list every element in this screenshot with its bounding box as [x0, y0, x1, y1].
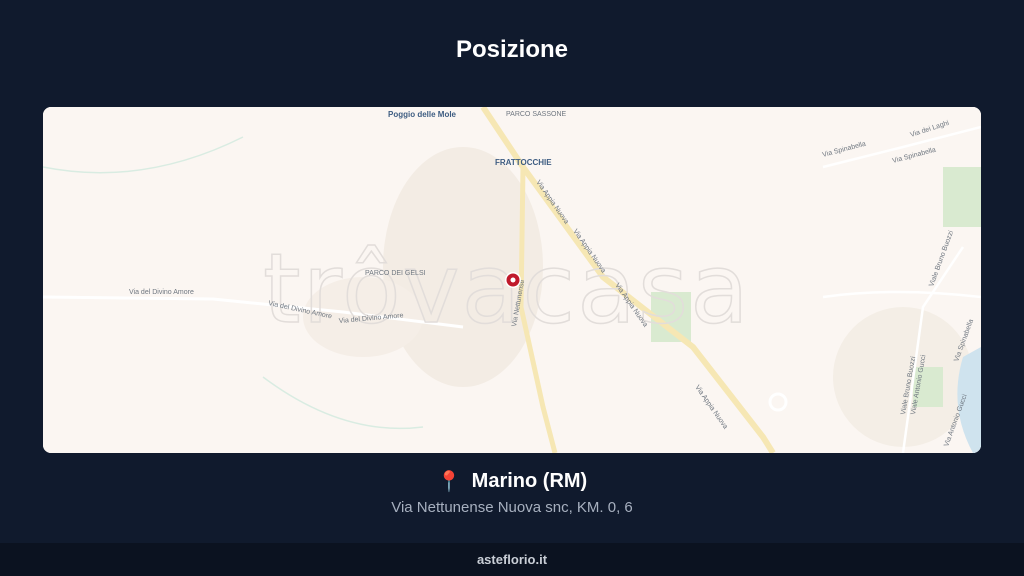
footer: asteflorio.it — [0, 543, 1024, 576]
location-address: Via Nettunense Nuova snc, KM. 0, 6 — [391, 499, 633, 516]
pin-icon: 📍 — [436, 470, 462, 493]
map-label-frattocchie: FRATTOCCHIE — [495, 158, 552, 167]
location-city: Marino (RM) — [471, 470, 588, 492]
map-watermark: trôvacasa — [263, 233, 751, 345]
location-marker-icon[interactable] — [505, 272, 521, 288]
map-label-divino-amore-1: Via del Divino Amore — [129, 289, 194, 296]
park-area — [943, 167, 981, 227]
map-canvas[interactable]: trôvacasa Poggio delle Mole PARCO SASSON… — [43, 107, 981, 453]
map-label-parco-sassone: PARCO SASSONE — [506, 111, 566, 118]
map-view[interactable]: trôvacasa Poggio delle Mole PARCO SASSON… — [43, 107, 981, 453]
footer-brand[interactable]: asteflorio.it — [477, 552, 547, 567]
map-label-parco-gelsi: PARCO DEI GELSI — [365, 270, 426, 277]
map-label-poggio: Poggio delle Mole — [388, 110, 457, 119]
page-title: Posizione — [455, 36, 569, 63]
location-row: 📍 Marino (RM) — [0, 470, 1024, 493]
